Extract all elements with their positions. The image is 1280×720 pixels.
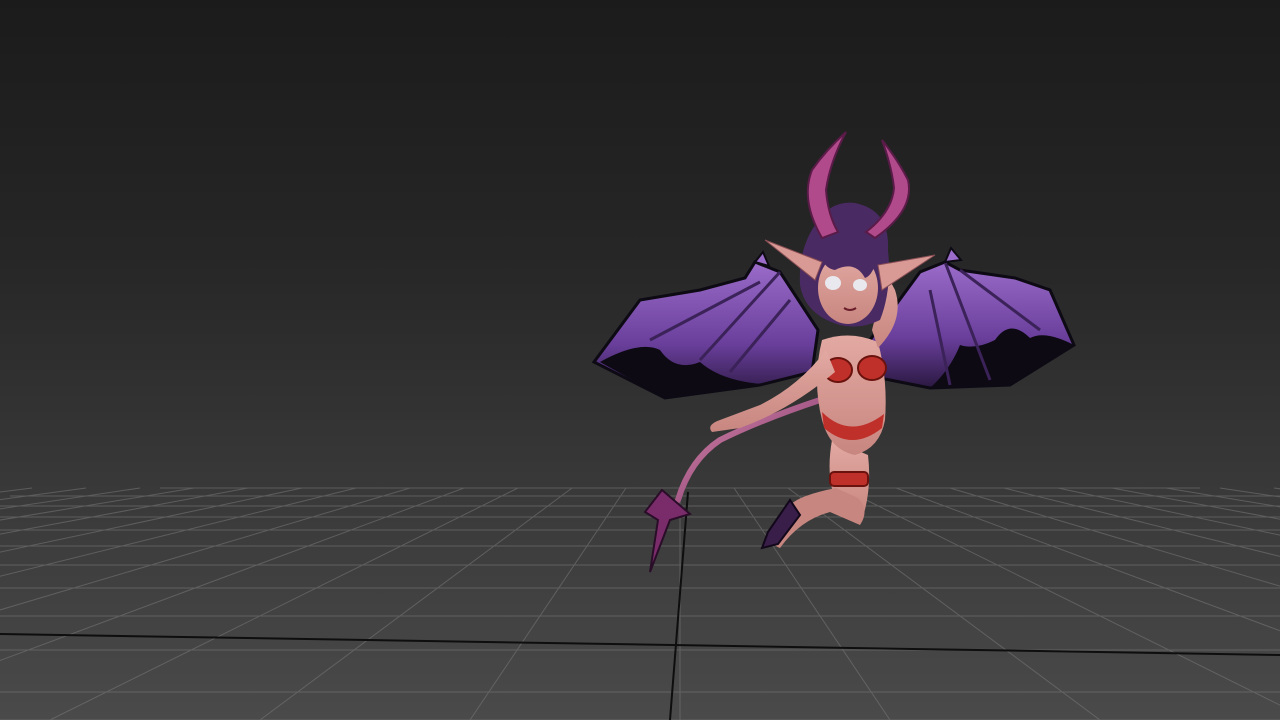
grid-line [1057, 487, 1280, 536]
grid-line [787, 487, 1101, 720]
grid-line [0, 487, 357, 577]
world-axes [0, 491, 1280, 720]
grid-line [1219, 487, 1280, 498]
legs [760, 440, 870, 550]
3d-viewport[interactable] [0, 0, 1280, 720]
grid-line [259, 487, 573, 720]
x-axis-line [0, 633, 1280, 656]
grid-line [469, 487, 627, 720]
grid-line [0, 487, 33, 493]
grid-line [0, 487, 87, 501]
viewport-canvas[interactable] [0, 0, 1280, 720]
ground-grid [0, 487, 1280, 720]
grid-line [841, 487, 1280, 706]
grid-line [0, 487, 195, 521]
left-wing [591, 250, 820, 400]
grid-line [1111, 487, 1280, 520]
grid-line [733, 487, 891, 720]
grid-line [49, 487, 519, 720]
grid-line [1003, 487, 1280, 557]
grid-line [0, 487, 465, 662]
grid-line [1273, 487, 1280, 490]
grid-line [0, 487, 249, 535]
z-axis-line [669, 491, 689, 720]
grid-line [949, 487, 1280, 587]
